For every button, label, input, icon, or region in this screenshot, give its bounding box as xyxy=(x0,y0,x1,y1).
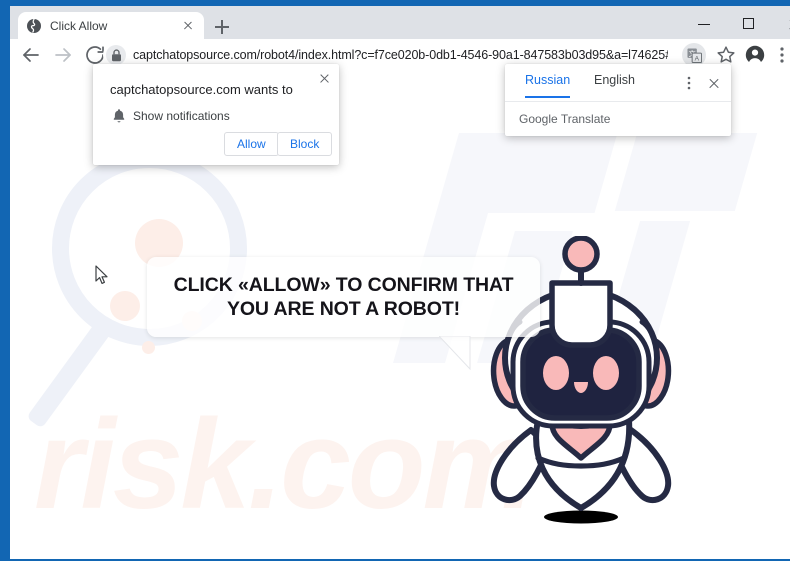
globe-icon xyxy=(26,18,42,34)
url-text: captchatopsource.com/robot4/index.html?c… xyxy=(133,48,668,62)
three-dot-menu-icon[interactable] xyxy=(680,74,698,92)
avatar-icon[interactable] xyxy=(743,43,767,67)
watermark-text: risk.com xyxy=(34,393,535,535)
speech-bubble: CLICK «ALLOW» TO CONFIRM THAT YOU ARE NO… xyxy=(147,257,540,337)
google-translate-popup: Russian English Google Translate xyxy=(505,64,731,136)
lock-icon xyxy=(106,45,126,65)
watermark-shape xyxy=(614,133,758,211)
translate-tab-russian[interactable]: Russian xyxy=(525,73,571,98)
notification-permission-label: Show notifications xyxy=(133,109,230,123)
close-tab-icon[interactable] xyxy=(180,18,196,34)
bell-icon xyxy=(111,108,127,124)
watermark-shape xyxy=(484,133,618,213)
allow-button[interactable]: Allow xyxy=(224,132,279,156)
window-close-button[interactable] xyxy=(772,9,790,39)
tab-title: Click Allow xyxy=(50,18,108,33)
back-arrow-icon[interactable] xyxy=(19,43,43,67)
watermark-dot xyxy=(110,291,140,321)
forward-arrow-icon xyxy=(51,43,75,67)
mouse-pointer xyxy=(95,265,109,285)
close-icon[interactable] xyxy=(705,74,723,92)
browser-window: Click Allow captchatopsource.com/robot4/… xyxy=(0,0,790,561)
notification-permission-popup: captchatopsource.com wants to Show notif… xyxy=(93,64,339,165)
window-maximize-button[interactable] xyxy=(727,9,772,39)
svg-text:A: A xyxy=(694,55,699,62)
tab-strip: Click Allow xyxy=(10,6,790,39)
watermark-magnifier-handle xyxy=(26,320,113,429)
notification-popup-title: captchatopsource.com wants to xyxy=(110,82,293,97)
translate-tab-english[interactable]: English xyxy=(594,73,635,96)
new-tab-button[interactable] xyxy=(210,15,234,39)
close-icon[interactable] xyxy=(316,70,332,86)
google-translate-brand: Google Translate xyxy=(519,112,611,126)
watermark-dot xyxy=(142,341,155,354)
translate-tab-bar: Russian English xyxy=(505,64,731,102)
block-button[interactable]: Block xyxy=(277,132,333,156)
browser-tab[interactable]: Click Allow xyxy=(18,12,204,39)
window-minimize-button[interactable] xyxy=(682,9,727,39)
speech-bubble-tail xyxy=(437,335,473,371)
speech-bubble-text: CLICK «ALLOW» TO CONFIRM THAT YOU ARE NO… xyxy=(173,273,514,320)
three-dot-menu-icon[interactable] xyxy=(770,43,790,67)
